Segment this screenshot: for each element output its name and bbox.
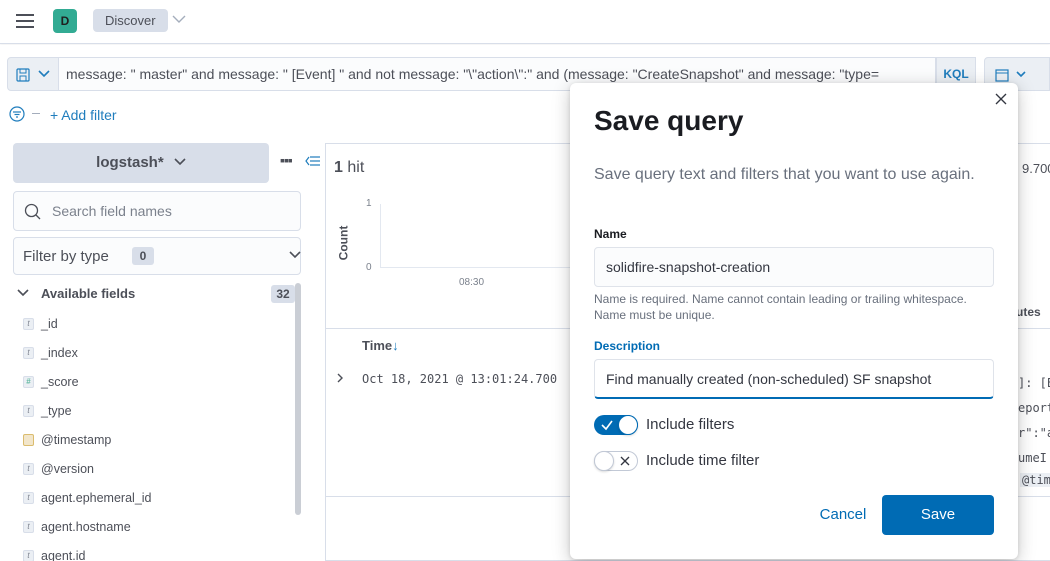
- description-label: Description: [594, 339, 661, 353]
- save-query-modal: Save query Save query text and filters t…: [570, 83, 1018, 559]
- include-filters-label: Include filters: [646, 416, 735, 433]
- include-filters-toggle[interactable]: [594, 415, 638, 435]
- include-time-filter-label: Include time filter: [646, 452, 760, 469]
- cancel-button[interactable]: Cancel: [798, 495, 888, 535]
- cross-icon: [620, 456, 630, 466]
- name-help-text: Name is required. Name cannot contain le…: [594, 292, 967, 322]
- toggle-knob: [594, 451, 614, 471]
- modal-title: Save query: [594, 105, 744, 136]
- include-time-filter-toggle[interactable]: [594, 451, 638, 471]
- check-icon: [601, 420, 613, 431]
- toggle-knob: [618, 415, 638, 435]
- description-field[interactable]: Find manually created (non-scheduled) SF…: [594, 359, 994, 399]
- name-label: Name: [594, 227, 627, 241]
- save-button[interactable]: Save: [882, 495, 994, 535]
- modal-description: Save query text and filters that you wan…: [594, 166, 975, 183]
- name-field[interactable]: solidfire-snapshot-creation: [594, 247, 994, 287]
- close-icon[interactable]: [994, 92, 1010, 108]
